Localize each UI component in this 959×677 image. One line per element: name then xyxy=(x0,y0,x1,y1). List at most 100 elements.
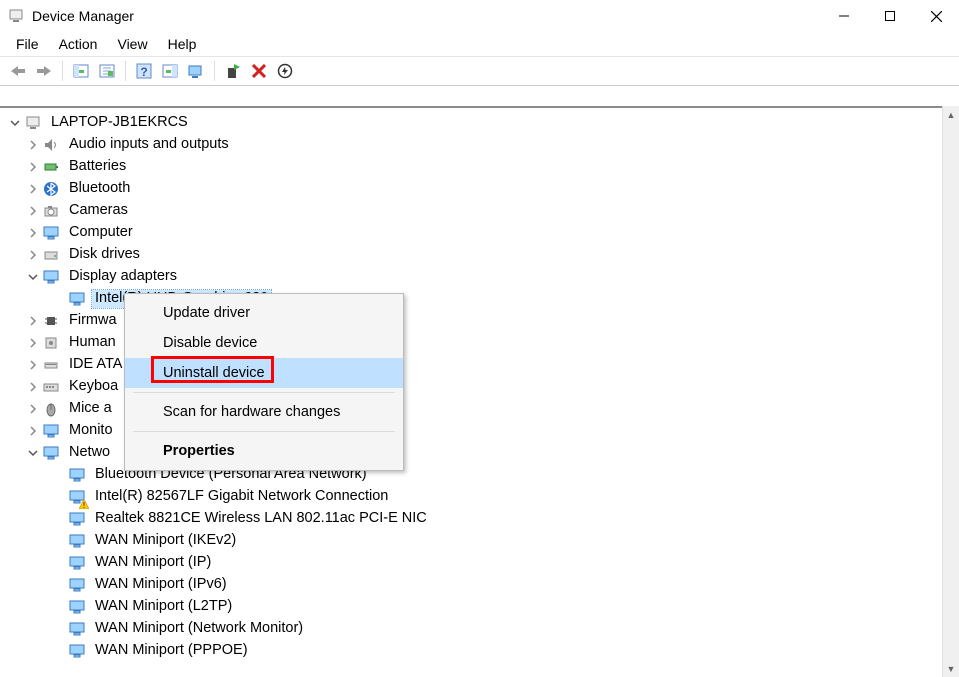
hid-icon xyxy=(42,334,60,352)
tree-item-label: Realtek 8821CE Wireless LAN 802.11ac PCI… xyxy=(92,510,430,528)
expander-right-icon[interactable] xyxy=(26,138,40,152)
uninstall-device-button[interactable] xyxy=(247,59,271,83)
tree-item-label: Computer xyxy=(66,224,136,242)
tree-network-child[interactable]: WAN Miniport (IPv6) xyxy=(8,574,959,596)
tree-item-label: Cameras xyxy=(66,202,131,220)
tree-batteries[interactable]: Batteries xyxy=(8,156,959,178)
back-button[interactable] xyxy=(6,59,30,83)
tree-item-label: WAN Miniport (IP) xyxy=(92,554,214,572)
network-adapter-icon xyxy=(68,598,86,616)
cm-label: Properties xyxy=(163,443,235,459)
cm-uninstall-device[interactable]: Uninstall device xyxy=(125,358,403,388)
scan-hardware-button[interactable] xyxy=(184,59,208,83)
tree-network-child[interactable]: ! Intel(R) 82567LF Gigabit Network Connec… xyxy=(8,486,959,508)
tree-item-label: Keyboa xyxy=(66,378,121,396)
expander-right-icon[interactable] xyxy=(26,358,40,372)
tree-network-child[interactable]: WAN Miniport (IP) xyxy=(8,552,959,574)
tree-network-child[interactable]: Realtek 8821CE Wireless LAN 802.11ac PCI… xyxy=(8,508,959,530)
tree-item-label: Display adapters xyxy=(66,268,180,286)
tree-item-label: Batteries xyxy=(66,158,129,176)
network-adapter-icon xyxy=(68,532,86,550)
cm-scan-hardware[interactable]: Scan for hardware changes xyxy=(125,397,403,427)
expander-down-icon[interactable] xyxy=(26,270,40,284)
action-pane-button[interactable] xyxy=(158,59,182,83)
window-title: Device Manager xyxy=(32,8,134,24)
cm-disable-device[interactable]: Disable device xyxy=(125,328,403,358)
forward-button[interactable] xyxy=(32,59,56,83)
drive-icon xyxy=(42,246,60,264)
ide-icon xyxy=(42,356,60,374)
expander-right-icon[interactable] xyxy=(26,248,40,262)
cm-label: Scan for hardware changes xyxy=(163,404,340,420)
tree-item-label: WAN Miniport (Network Monitor) xyxy=(92,620,306,638)
tree-network-child[interactable]: WAN Miniport (IKEv2) xyxy=(8,530,959,552)
svg-text:?: ? xyxy=(140,65,147,79)
mouse-icon xyxy=(42,400,60,418)
tree-item-label: WAN Miniport (PPPOE) xyxy=(92,642,251,660)
menu-view[interactable]: View xyxy=(107,34,157,54)
show-hide-console-tree-button[interactable] xyxy=(69,59,93,83)
network-icon xyxy=(42,444,60,462)
properties-button[interactable] xyxy=(95,59,119,83)
network-adapter-icon xyxy=(68,620,86,638)
menu-action[interactable]: Action xyxy=(49,34,108,54)
tree-bluetooth[interactable]: Bluetooth xyxy=(8,178,959,200)
tree-item-label: IDE ATA xyxy=(66,356,125,374)
tree-disk-drives[interactable]: Disk drives xyxy=(8,244,959,266)
display-adapter-icon xyxy=(68,290,86,308)
menu-file[interactable]: File xyxy=(6,34,49,54)
expander-right-icon[interactable] xyxy=(26,314,40,328)
close-button[interactable] xyxy=(913,0,959,32)
tree-network-child[interactable]: WAN Miniport (L2TP) xyxy=(8,596,959,618)
expander-right-icon[interactable] xyxy=(26,226,40,240)
context-menu: Update driver Disable device Uninstall d… xyxy=(124,293,404,471)
expander-down-icon[interactable] xyxy=(26,446,40,460)
expander-right-icon[interactable] xyxy=(26,424,40,438)
tree-display-adapters[interactable]: Display adapters xyxy=(8,266,959,288)
expander-right-icon[interactable] xyxy=(26,160,40,174)
tree-network-child[interactable]: WAN Miniport (Network Monitor) xyxy=(8,618,959,640)
tree-root-label: LAPTOP-JB1EKRCS xyxy=(48,114,191,132)
expander-right-icon[interactable] xyxy=(26,204,40,218)
network-adapter-icon xyxy=(68,466,86,484)
cm-update-driver[interactable]: Update driver xyxy=(125,298,403,328)
tree-item-label: Disk drives xyxy=(66,246,143,264)
network-adapter-icon xyxy=(68,510,86,528)
tree-item-label: Human xyxy=(66,334,119,352)
tree-item-label: WAN Miniport (L2TP) xyxy=(92,598,235,616)
monitor-icon xyxy=(42,422,60,440)
scroll-down-icon[interactable]: ▼ xyxy=(943,660,959,677)
expander-right-icon[interactable] xyxy=(26,182,40,196)
help-button[interactable]: ? xyxy=(132,59,156,83)
tree-computer[interactable]: Computer xyxy=(8,222,959,244)
expander-right-icon[interactable] xyxy=(26,402,40,416)
chip-icon xyxy=(42,312,60,330)
expander-right-icon[interactable] xyxy=(26,380,40,394)
svg-text:!: ! xyxy=(83,501,85,509)
maximize-button[interactable] xyxy=(867,0,913,32)
scroll-up-icon[interactable]: ▲ xyxy=(943,106,959,123)
tree-root[interactable]: LAPTOP-JB1EKRCS xyxy=(8,112,959,134)
cm-separator xyxy=(133,392,395,393)
tree-audio[interactable]: Audio inputs and outputs xyxy=(8,134,959,156)
tree-item-label: Monito xyxy=(66,422,116,440)
tree-item-label: Netwo xyxy=(66,444,113,462)
network-adapter-icon: ! xyxy=(68,488,86,506)
minimize-button[interactable] xyxy=(821,0,867,32)
cm-label: Disable device xyxy=(163,335,257,351)
tree-network-child[interactable]: WAN Miniport (PPPOE) xyxy=(8,640,959,662)
cm-properties[interactable]: Properties xyxy=(125,436,403,466)
tree-item-label: Intel(R) 82567LF Gigabit Network Connect… xyxy=(92,488,391,506)
update-driver-button[interactable] xyxy=(221,59,245,83)
menu-help[interactable]: Help xyxy=(158,34,207,54)
tree-cameras[interactable]: Cameras xyxy=(8,200,959,222)
monitor-icon xyxy=(42,224,60,242)
expander-right-icon[interactable] xyxy=(26,336,40,350)
network-adapter-icon xyxy=(68,554,86,572)
menubar: File Action View Help xyxy=(0,32,959,56)
tree-item-label: Bluetooth xyxy=(66,180,133,198)
battery-icon xyxy=(42,158,60,176)
expander-down-icon[interactable] xyxy=(8,116,22,130)
disable-device-button[interactable] xyxy=(273,59,297,83)
vertical-scrollbar[interactable]: ▲ ▼ xyxy=(942,106,959,677)
